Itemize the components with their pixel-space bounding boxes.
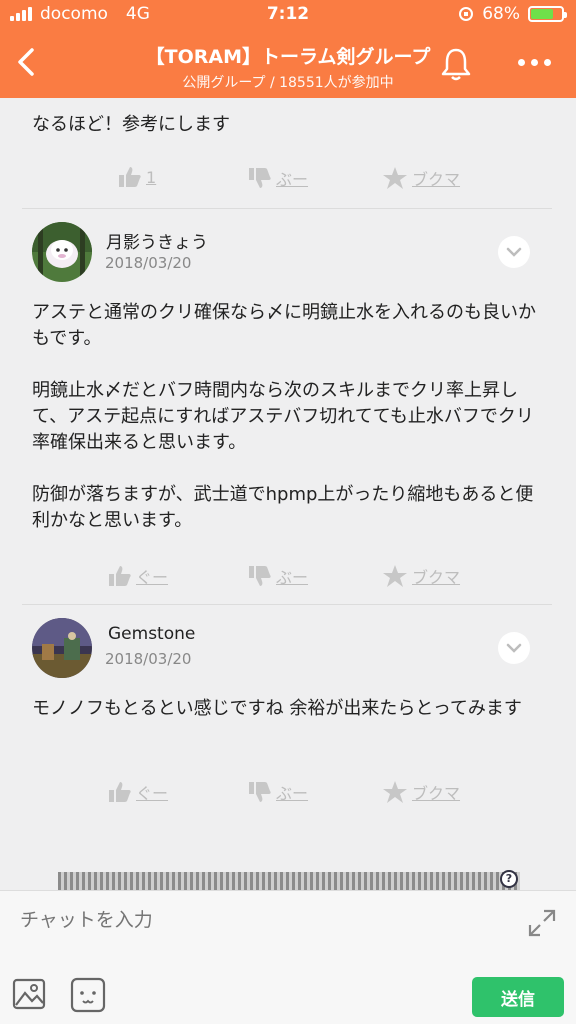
battery-fill: [531, 9, 553, 19]
thumbs-down-icon: [249, 782, 271, 802]
thumbs-up-icon: [119, 167, 141, 187]
thumbs-down-icon: [249, 566, 271, 586]
nav-bar: 【TORAM】トーラム剣グループ 公開グループ / 18551人が参加中: [0, 30, 576, 98]
group-title-block[interactable]: 【TORAM】トーラム剣グループ 公開グループ / 18551人が参加中: [0, 42, 576, 92]
bookmark-button[interactable]: ブクマ: [382, 564, 460, 588]
chat-input[interactable]: [20, 905, 500, 935]
bell-icon[interactable]: [436, 44, 476, 84]
message-menu-button[interactable]: [498, 632, 530, 664]
expand-icon[interactable]: [526, 907, 558, 939]
divider: [22, 604, 552, 605]
app-header: docomo 4G 7:12 68% 【TORAM】トーラム剣グループ 公開グル…: [0, 0, 576, 98]
star-icon: [383, 167, 407, 189]
post-date: 2018/03/20: [105, 650, 192, 668]
dislike-button[interactable]: ぶー: [248, 564, 308, 588]
dislike-label: ぶー: [276, 170, 309, 189]
like-label: ぐー: [136, 568, 169, 587]
ad-banner[interactable]: [58, 872, 520, 890]
star-icon: [383, 781, 407, 803]
more-icon[interactable]: [508, 48, 560, 76]
image-icon[interactable]: [12, 977, 48, 1013]
like-button[interactable]: ぐー: [108, 780, 168, 804]
emoji-icon[interactable]: [70, 977, 106, 1013]
battery-percent: 68%: [482, 4, 520, 24]
message-text: アステと通常のクリ確保なら〆に明鏡止水を入れるのも良いかもです。 明鏡止水〆だと…: [32, 302, 536, 531]
bookmark-label: ブクマ: [412, 568, 461, 587]
orientation-lock-icon: [459, 7, 474, 21]
battery-icon: [528, 6, 567, 22]
thumbs-down-icon: [249, 168, 271, 188]
thumbs-up-icon: [109, 782, 131, 802]
bookmark-button[interactable]: ブクマ: [382, 166, 460, 190]
like-label: ぐー: [136, 784, 169, 803]
thumbs-up-icon: [109, 566, 131, 586]
chat-thread[interactable]: なるほど！参考にします 1 ぶー ブクマ 月影うきょう 2018/03/20 ア…: [0, 98, 576, 890]
message-text: モノノフもとるとい感じですね 余裕が出来たらとってみます: [32, 698, 522, 719]
chevron-down-icon: [506, 643, 522, 653]
divider: [22, 208, 552, 209]
like-button[interactable]: ぐー: [108, 564, 168, 588]
send-button[interactable]: 送信: [472, 977, 564, 1017]
chevron-down-icon: [506, 247, 522, 257]
author-name: 月影うきょう: [106, 233, 208, 253]
dislike-label: ぶー: [276, 568, 309, 587]
bookmark-button[interactable]: ブクマ: [382, 780, 460, 804]
message-actions: ぐー ぶー ブクマ: [0, 562, 576, 592]
message-menu-button[interactable]: [498, 236, 530, 268]
bookmark-label: ブクマ: [412, 170, 461, 189]
star-icon: [383, 565, 407, 587]
message-text: なるほど！参考にします: [32, 114, 230, 135]
group-subtitle: 公開グループ / 18551人が参加中: [182, 75, 394, 91]
status-bar: docomo 4G 7:12 68%: [0, 0, 576, 30]
message-actions: ぐー ぶー ブクマ: [0, 778, 576, 808]
like-count: 1: [146, 167, 157, 187]
message-actions: 1 ぶー ブクマ: [0, 164, 576, 194]
bookmark-label: ブクマ: [412, 784, 461, 803]
dislike-button[interactable]: ぶー: [248, 166, 308, 190]
post-date: 2018/03/20: [105, 254, 192, 272]
avatar[interactable]: [32, 222, 92, 282]
author-name: Gemstone: [108, 624, 196, 644]
dislike-label: ぶー: [276, 784, 309, 803]
avatar[interactable]: [32, 618, 92, 678]
chat-composer: 送信: [0, 890, 576, 1024]
like-button[interactable]: 1: [118, 166, 156, 188]
group-title: 【TORAM】トーラム剣グループ: [145, 46, 431, 68]
ad-help-icon[interactable]: ?: [500, 870, 518, 888]
dislike-button[interactable]: ぶー: [248, 780, 308, 804]
